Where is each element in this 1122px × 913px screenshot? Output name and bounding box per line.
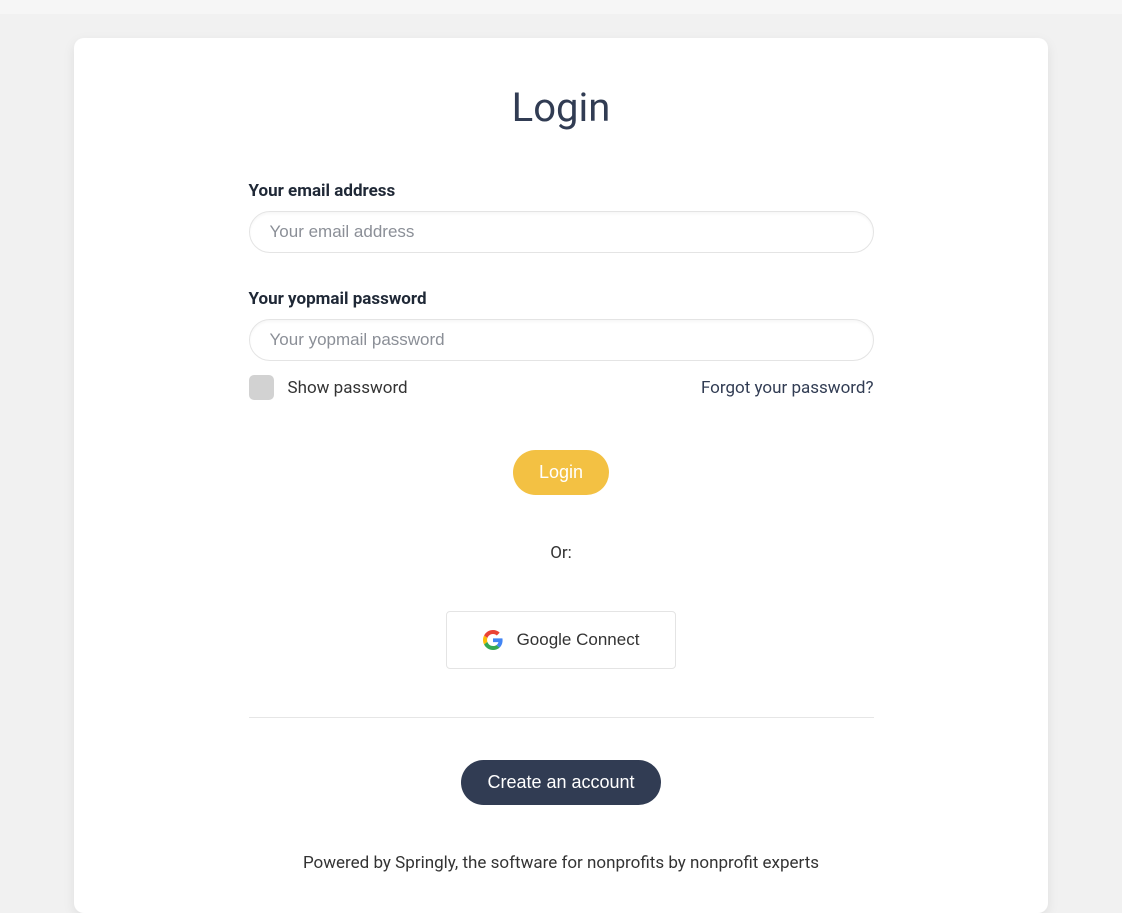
footer-text: Powered by Springly, the software for no… [74, 853, 1048, 873]
show-password-label: Show password [288, 378, 408, 398]
login-button-wrap: Login [249, 450, 874, 495]
create-account-button[interactable]: Create an account [461, 760, 660, 805]
or-divider-text: Or: [249, 543, 874, 563]
email-label: Your email address [249, 181, 874, 201]
login-form: Your email address Your yopmail password… [249, 181, 874, 669]
page-title: Login [74, 84, 1048, 131]
show-password-checkbox[interactable] [249, 375, 274, 400]
email-group: Your email address [249, 181, 874, 253]
page-container: Login Your email address Your yopmail pa… [0, 14, 1122, 913]
login-card: Login Your email address Your yopmail pa… [74, 38, 1048, 913]
top-bar [0, 0, 1122, 14]
google-icon [483, 630, 503, 650]
login-button[interactable]: Login [513, 450, 609, 495]
password-group: Your yopmail password Show password Forg… [249, 289, 874, 400]
divider [249, 717, 874, 718]
google-connect-button[interactable]: Google Connect [446, 611, 677, 669]
show-password-wrap: Show password [249, 375, 408, 400]
google-button-wrap: Google Connect [249, 611, 874, 669]
email-input[interactable] [249, 211, 874, 253]
forgot-password-link[interactable]: Forgot your password? [701, 378, 874, 398]
password-options-row: Show password Forgot your password? [249, 375, 874, 400]
google-connect-label: Google Connect [517, 630, 640, 650]
password-label: Your yopmail password [249, 289, 874, 309]
create-account-wrap: Create an account [74, 760, 1048, 805]
password-input[interactable] [249, 319, 874, 361]
